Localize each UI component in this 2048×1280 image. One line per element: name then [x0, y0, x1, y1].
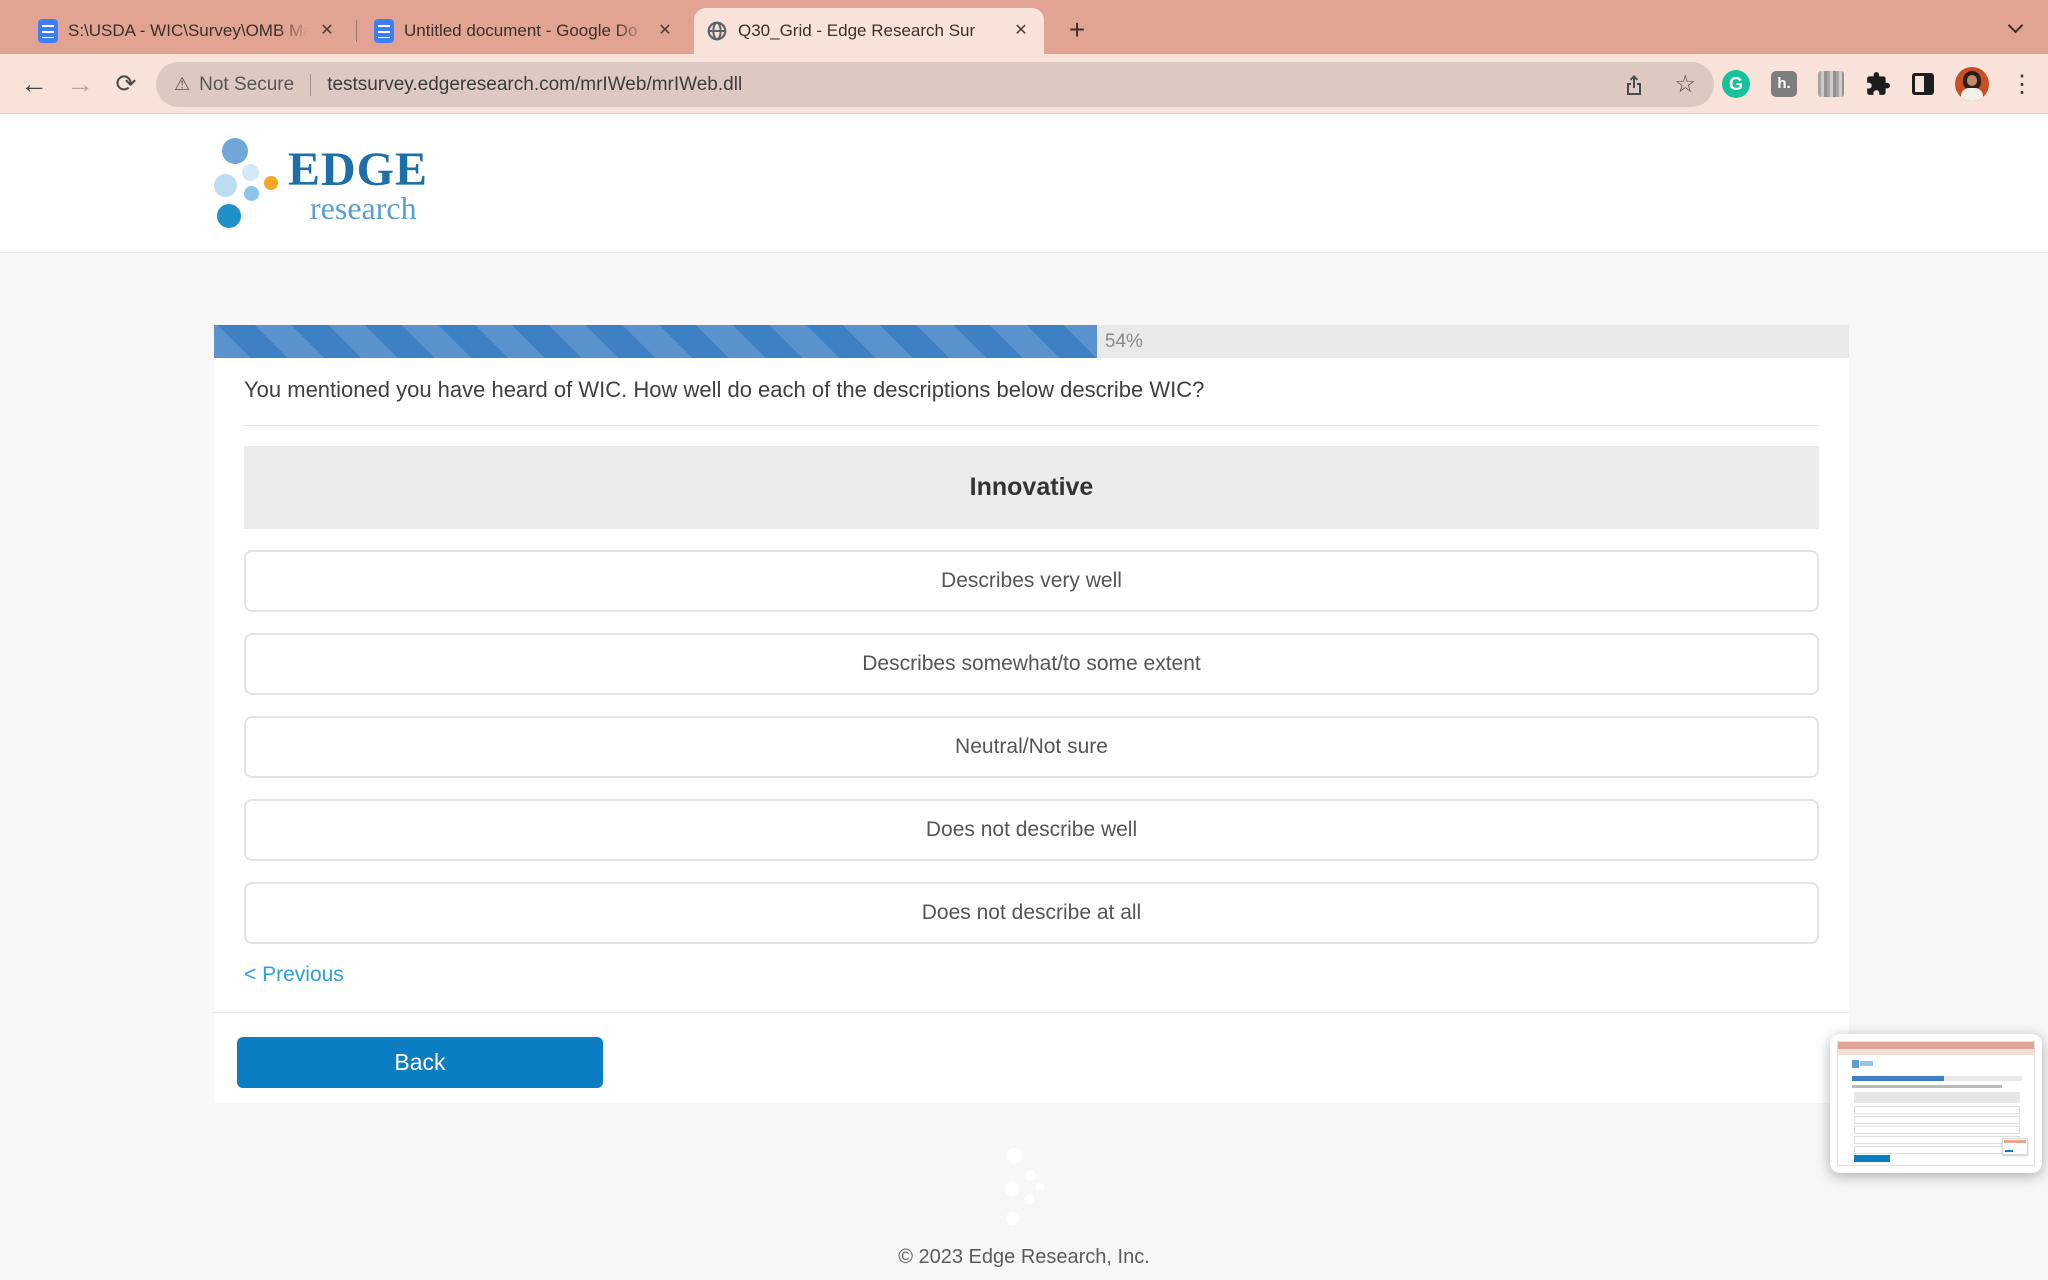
tab-title: S:\USDA - WIC\Survey\OMB Ma	[68, 21, 308, 41]
tab-usda-doc[interactable]: S:\USDA - WIC\Survey\OMB Ma ✕	[26, 8, 350, 54]
mini-logo	[1852, 1060, 1874, 1068]
logo-dot	[264, 176, 278, 190]
logo-dot	[244, 186, 259, 201]
mini-question-line	[1852, 1085, 2002, 1088]
mini-tab-bar	[1838, 1042, 2034, 1049]
tab-title: Q30_Grid - Edge Research Sur	[738, 21, 1002, 41]
edge-research-logo: EDGE research	[214, 132, 444, 236]
tab-survey[interactable]: Q30_Grid - Edge Research Sur ✕	[694, 8, 1044, 54]
progress-percent-label: 54%	[1105, 325, 1143, 358]
option-describes-very-well[interactable]: Describes very well	[244, 550, 1819, 612]
profile-avatar[interactable]	[1955, 67, 1989, 101]
omnibox-divider	[310, 74, 311, 96]
option-describes-somewhat[interactable]: Describes somewhat/to some extent	[244, 633, 1819, 695]
reload-button[interactable]: ⟳	[104, 54, 148, 114]
logo-text-edge: EDGE	[288, 142, 428, 197]
watermark-dot	[1036, 1183, 1044, 1191]
browser-toolbar: ← → ⟳ ⚠ Not Secure testsurvey.edgeresear…	[0, 54, 2048, 114]
grid-header-innovative: Innovative	[244, 446, 1819, 529]
extensions-row: G h. ⋮	[1722, 54, 2034, 114]
back-button-survey[interactable]: Back	[237, 1037, 603, 1088]
share-icon[interactable]	[1622, 73, 1646, 97]
browser-menu-icon[interactable]: ⋮	[2010, 70, 2034, 99]
survey-card: 54% You mentioned you have heard of WIC.…	[214, 325, 1849, 1103]
url-text[interactable]: testsurvey.edgeresearch.com/mrIWeb/mrIWe…	[327, 74, 742, 96]
logo-dot	[222, 138, 248, 164]
bookmark-star-icon[interactable]: ☆	[1674, 70, 1696, 99]
google-docs-icon	[374, 19, 394, 43]
puzzle-extensions-icon[interactable]	[1865, 71, 1891, 97]
divider	[244, 425, 1819, 426]
tab-untitled-doc[interactable]: Untitled document - Google Do ✕	[362, 8, 688, 54]
logo-dot	[217, 204, 241, 228]
site-header: EDGE research	[0, 114, 2048, 253]
mini-option-row	[1854, 1106, 2020, 1114]
mini-back-button	[1854, 1155, 1890, 1162]
previous-link[interactable]: < Previous	[244, 963, 344, 987]
logo-dot	[214, 174, 237, 197]
chevron-down-icon[interactable]	[2008, 18, 2024, 34]
security-label[interactable]: Not Secure	[199, 74, 294, 96]
tab-title: Untitled document - Google Do	[404, 21, 646, 41]
screenshot-preview-thumbnail[interactable]	[1830, 1034, 2042, 1173]
survey-page: 54% You mentioned you have heard of WIC.…	[0, 254, 2048, 1280]
watermark-dot	[1006, 1212, 1019, 1225]
logo-dot	[242, 164, 259, 181]
grammarly-icon[interactable]: G	[1722, 70, 1750, 98]
mini-option-row	[1854, 1146, 2020, 1154]
option-does-not-describe-well[interactable]: Does not describe well	[244, 799, 1819, 861]
progress-fill	[214, 325, 1097, 358]
mini-option-row	[1854, 1126, 2020, 1134]
mini-toolbar	[1838, 1049, 2034, 1055]
close-icon[interactable]: ✕	[316, 20, 338, 42]
mini-option-row	[1854, 1116, 2020, 1124]
avatar-shirt	[1961, 88, 1983, 101]
watermark-dot	[1024, 1194, 1034, 1204]
mini-nested-thumbnail	[2002, 1138, 2028, 1155]
mini-grid-header	[1854, 1092, 2020, 1103]
new-tab-button[interactable]: +	[1058, 12, 1096, 50]
h-extension-icon[interactable]: h.	[1771, 71, 1797, 97]
watermark-dot	[1005, 1182, 1019, 1196]
option-neutral-not-sure[interactable]: Neutral/Not sure	[244, 716, 1819, 778]
google-docs-icon	[38, 19, 58, 43]
not-secure-warning-icon: ⚠	[174, 74, 190, 95]
back-button[interactable]: ←	[12, 54, 56, 114]
watermark-dot	[1007, 1148, 1022, 1163]
side-panel-icon[interactable]	[1912, 73, 1934, 95]
progress-bar: 54%	[214, 325, 1849, 358]
close-icon[interactable]: ✕	[654, 20, 676, 42]
tab-separator	[356, 20, 357, 42]
copyright-footer: © 2023 Edge Research, Inc.	[0, 1246, 2048, 1269]
watermark-dot	[1025, 1170, 1036, 1181]
logo-text-research: research	[310, 190, 417, 227]
mini-progress-bar	[1852, 1076, 2022, 1081]
globe-icon	[706, 20, 728, 42]
address-bar[interactable]: ⚠ Not Secure testsurvey.edgeresearch.com…	[156, 62, 1714, 107]
screenshot-preview-content	[1837, 1041, 2035, 1166]
forward-button[interactable]: →	[58, 54, 102, 114]
question-text: You mentioned you have heard of WIC. How…	[244, 377, 1819, 403]
divider	[214, 1012, 1849, 1013]
mini-option-row	[1854, 1136, 2020, 1144]
tab-strip: S:\USDA - WIC\Survey\OMB Ma ✕ Untitled d…	[0, 0, 2048, 54]
option-does-not-describe-at-all[interactable]: Does not describe at all	[244, 882, 1819, 944]
close-icon[interactable]: ✕	[1010, 20, 1032, 42]
pixel-extension-icon[interactable]	[1818, 71, 1844, 97]
avatar-face	[1967, 75, 1977, 86]
